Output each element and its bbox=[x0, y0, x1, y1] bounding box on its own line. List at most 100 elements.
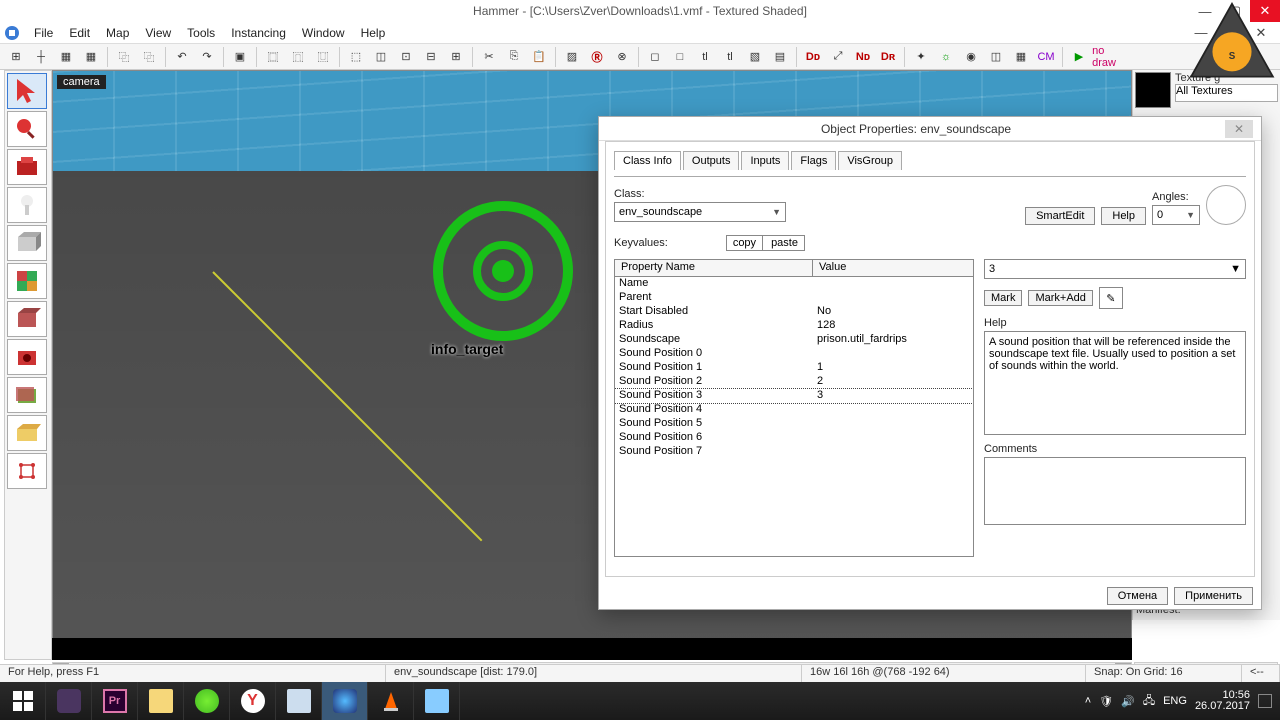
paste-icon[interactable]: 📋 bbox=[527, 46, 551, 68]
selection-tool[interactable] bbox=[7, 73, 47, 109]
kv-list[interactable]: NameParentStart DisabledNoRadius128 Sound… bbox=[614, 277, 974, 557]
minimize-button[interactable]: — bbox=[1190, 0, 1220, 22]
quickhide-icon[interactable]: ⊟ bbox=[419, 46, 443, 68]
taskbar-yandex[interactable]: Y bbox=[230, 682, 276, 720]
entity-tool[interactable] bbox=[7, 187, 47, 223]
angles-select[interactable]: 0▼ bbox=[1152, 205, 1200, 225]
hide-selected-icon[interactable]: ⬚ bbox=[344, 46, 368, 68]
align-face-icon[interactable]: ▤ bbox=[768, 46, 792, 68]
hide-unselected-icon[interactable]: ◫ bbox=[369, 46, 393, 68]
child-minimize-button[interactable]: — bbox=[1186, 24, 1216, 42]
grid-toggle-icon[interactable]: ⊞ bbox=[4, 46, 28, 68]
magnify-tool[interactable] bbox=[7, 111, 47, 147]
tab-visgroup[interactable]: VisGroup bbox=[838, 151, 902, 170]
select-brush-icon[interactable]: □ bbox=[668, 46, 692, 68]
menu-edit[interactable]: Edit bbox=[61, 23, 98, 43]
menu-view[interactable]: View bbox=[137, 23, 179, 43]
tray-lang[interactable]: ENG bbox=[1163, 695, 1187, 707]
load-window-icon[interactable]: ⿻ bbox=[112, 46, 136, 68]
kv-col-name[interactable]: Property Name bbox=[615, 260, 813, 276]
kv-row[interactable]: Start DisabledNo bbox=[615, 305, 973, 319]
save-window-icon[interactable]: ⿻ bbox=[137, 46, 161, 68]
disp-mask-icon[interactable]: Dᴅ bbox=[801, 46, 825, 68]
tab-flags[interactable]: Flags bbox=[791, 151, 836, 170]
taskbar-vlc[interactable] bbox=[368, 682, 414, 720]
tray-chevron-icon[interactable]: ˄ bbox=[1085, 695, 1091, 707]
redo-icon[interactable]: ↷ bbox=[195, 46, 219, 68]
overlay-tool[interactable] bbox=[7, 377, 47, 413]
snap-icon[interactable]: ┼ bbox=[29, 46, 53, 68]
tab-classinfo[interactable]: Class Info bbox=[614, 151, 681, 170]
menu-tools[interactable]: Tools bbox=[179, 23, 223, 43]
decal-tool[interactable] bbox=[7, 339, 47, 375]
disp-nomerge-icon[interactable]: Nᴅ bbox=[851, 46, 875, 68]
grid-smaller-icon[interactable]: ▦ bbox=[54, 46, 78, 68]
grid-larger-icon[interactable]: ▦ bbox=[79, 46, 103, 68]
disp-draw-icon[interactable]: Dʀ bbox=[876, 46, 900, 68]
mark-button[interactable]: Mark bbox=[984, 290, 1022, 306]
undo-icon[interactable]: ↶ bbox=[170, 46, 194, 68]
tray-shield-icon[interactable]: 🛡 bbox=[1099, 695, 1113, 708]
kv-row[interactable]: Sound Position 0 bbox=[615, 347, 973, 361]
start-button[interactable] bbox=[0, 682, 46, 720]
kv-row[interactable]: Sound Position 33 bbox=[615, 389, 973, 403]
sprites-icon[interactable]: ☼ bbox=[934, 46, 958, 68]
models-fade-icon[interactable]: ✦ bbox=[909, 46, 933, 68]
taskbar-hammer[interactable] bbox=[322, 682, 368, 720]
menu-map[interactable]: Map bbox=[98, 23, 137, 43]
nodraw-icon[interactable]: nodraw bbox=[1092, 46, 1116, 68]
ungroup-icon[interactable]: ⿵ bbox=[286, 46, 310, 68]
menu-window[interactable]: Window bbox=[294, 23, 353, 43]
angles-compass[interactable] bbox=[1206, 185, 1246, 225]
menu-file[interactable]: File bbox=[26, 23, 61, 43]
tab-outputs[interactable]: Outputs bbox=[683, 151, 740, 170]
value-input[interactable]: 3▼ bbox=[984, 259, 1246, 279]
kv-row[interactable]: Sound Position 4 bbox=[615, 403, 973, 417]
taskbar-app-blue[interactable] bbox=[414, 682, 460, 720]
menu-help[interactable]: Help bbox=[353, 23, 394, 43]
pointfile-icon[interactable]: ⊗ bbox=[610, 46, 634, 68]
taskbar-explorer[interactable] bbox=[138, 682, 184, 720]
detail-icon[interactable]: ▦ bbox=[1009, 46, 1033, 68]
run-map-icon[interactable]: ▶ bbox=[1067, 46, 1091, 68]
block-tool[interactable] bbox=[7, 225, 47, 261]
kv-row[interactable]: Sound Position 6 bbox=[615, 431, 973, 445]
cut-icon[interactable]: ✂ bbox=[477, 46, 501, 68]
disp-walkable-icon[interactable]: ⤢ bbox=[826, 46, 850, 68]
clipping-tool[interactable] bbox=[7, 415, 47, 451]
collision-models-icon[interactable]: CM bbox=[1034, 46, 1058, 68]
kv-row[interactable]: Parent bbox=[615, 291, 973, 305]
class-select[interactable]: env_soundscape▼ bbox=[614, 202, 786, 222]
kv-row[interactable]: Sound Position 22 bbox=[615, 375, 973, 389]
kv-row[interactable]: Name bbox=[615, 277, 973, 291]
taskbar-app-premiere[interactable]: Pr bbox=[92, 682, 138, 720]
child-close-button[interactable]: ✕ bbox=[1246, 24, 1276, 42]
comments-input[interactable] bbox=[984, 457, 1246, 525]
taskbar-app-doc[interactable] bbox=[276, 682, 322, 720]
align-world-icon[interactable]: ▧ bbox=[743, 46, 767, 68]
kv-row[interactable]: Sound Position 11 bbox=[615, 361, 973, 375]
select-handles-icon[interactable]: ◻ bbox=[643, 46, 667, 68]
cordon-icon[interactable]: ▨ bbox=[560, 46, 584, 68]
tray-volume-icon[interactable]: 🔊 bbox=[1121, 695, 1135, 708]
texture-group-select[interactable]: All Textures bbox=[1175, 84, 1278, 102]
collision-icon[interactable]: ◫ bbox=[984, 46, 1008, 68]
apply-current-texture-tool[interactable] bbox=[7, 301, 47, 337]
texture-scale-lock-icon[interactable]: tl bbox=[718, 46, 742, 68]
kv-row[interactable]: Sound Position 7 bbox=[615, 445, 973, 459]
group-icon[interactable]: ⿴ bbox=[261, 46, 285, 68]
copy-icon[interactable]: ⎘ bbox=[502, 46, 526, 68]
help-button[interactable]: Help bbox=[1101, 207, 1146, 225]
tray-date[interactable]: 26.07.2017 bbox=[1195, 701, 1250, 712]
ignore-groups-icon[interactable]: ⿶ bbox=[311, 46, 335, 68]
kv-row[interactable]: Radius128 bbox=[615, 319, 973, 333]
close-button[interactable]: ✕ bbox=[1250, 0, 1280, 22]
markadd-button[interactable]: Mark+Add bbox=[1028, 290, 1092, 306]
timeline[interactable] bbox=[52, 638, 1132, 660]
taskbar-app-green[interactable] bbox=[184, 682, 230, 720]
kv-copy-button[interactable]: copy bbox=[727, 236, 763, 250]
kv-row[interactable]: Sound Position 5 bbox=[615, 417, 973, 431]
tray-network-icon[interactable]: 🖧 bbox=[1143, 692, 1155, 711]
kv-col-value[interactable]: Value bbox=[813, 260, 973, 276]
quickhide2-icon[interactable]: ⊞ bbox=[444, 46, 468, 68]
